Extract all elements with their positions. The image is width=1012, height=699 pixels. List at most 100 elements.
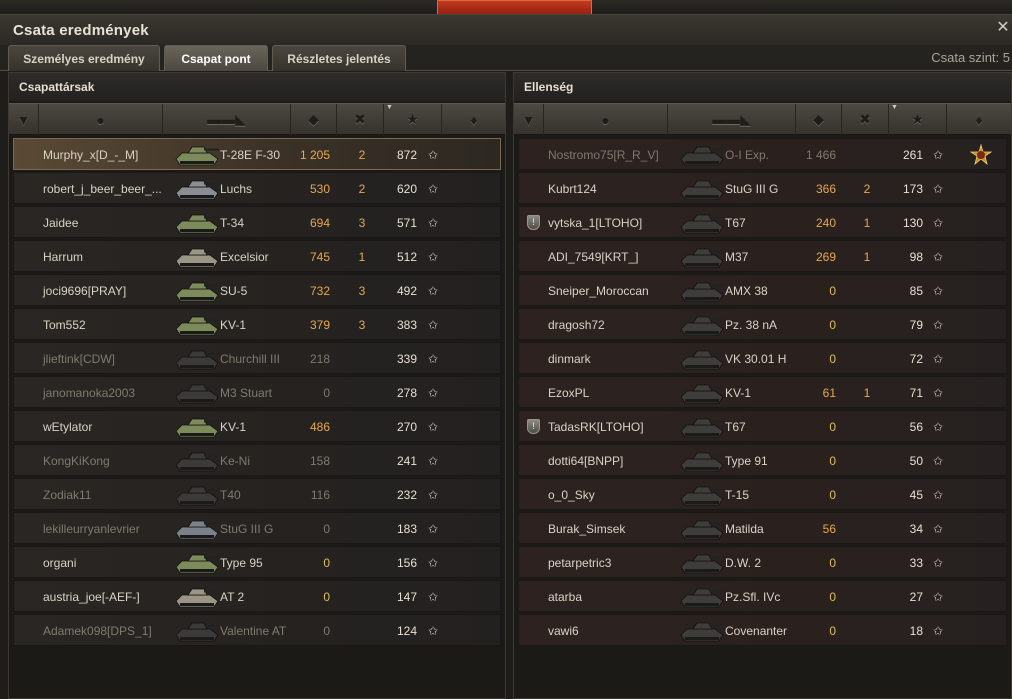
sort-indicator-icon: ▼ [386,104,393,111]
damage-value: 116 [310,488,330,502]
player-name[interactable]: organi [43,556,76,570]
tank-name: T40 [220,488,241,502]
enemy-row[interactable]: dragosh72 Pz. 38 nA 0 79 ✩ [518,308,1007,340]
player-name[interactable]: Sneiper_Moroccan [548,284,649,298]
ally-row[interactable]: wEtylator KV-1 486 270 ✩ [13,410,501,442]
enemy-row[interactable]: ! TadasRK[LTOHO] T67 0 56 ✩ [518,410,1007,442]
tank-icon [172,549,222,576]
ally-row[interactable]: Zodiak11 T40 116 232 ✩ [13,478,501,510]
kills-icon[interactable]: ✖ [842,104,889,135]
squad-icon[interactable]: ▼ [514,104,544,135]
ally-row[interactable]: janomanoka2003 M3 Stuart 0 278 ✩ [13,376,501,408]
player-name[interactable]: janomanoka2003 [43,386,135,400]
enemy-row[interactable]: o_0_Sky T-15 0 45 ✩ [518,478,1007,510]
player-name[interactable]: Adamek098[DPS_1] [43,624,152,638]
player-name[interactable]: vytska_1[LTOHO] [548,216,642,230]
enemy-row[interactable]: ADI_7549[KRT_] M37 269 1 98 ✩ [518,240,1007,272]
ally-row[interactable]: Tom552 KV-1 379 3 383 ✩ [13,308,501,340]
tank-icon [172,447,222,474]
player-name[interactable]: austria_joe[-AEF-] [43,590,140,604]
ally-row[interactable]: KongKiKong Ke-Ni 158 241 ✩ [13,444,501,476]
enemy-row[interactable]: Nostromo75[R_R_V] O-I Exp. 1 466 261 ✩ [518,138,1007,170]
xp-star-icon: ✩ [933,386,944,400]
player-name[interactable]: EzoxPL [548,386,589,400]
enemy-row[interactable]: Burak_Simsek Matilda 56 34 ✩ [518,512,1007,544]
tank-icon[interactable]: ▬▬◣ [163,104,291,135]
tank-icon [172,583,222,610]
tank-icon [172,515,222,542]
player-name[interactable]: jlieftink[CDW] [43,352,115,366]
player-name[interactable]: Harrum [43,250,83,264]
player-name[interactable]: vawi6 [548,624,579,638]
player-name[interactable]: Kubrt124 [548,182,597,196]
tank-icon [172,209,222,236]
xp-star-icon[interactable]: ▼ ★ [384,104,442,135]
damage-value: 56 [822,522,836,536]
kills-icon[interactable]: ✖ [337,104,384,135]
medal-icon[interactable] [969,143,993,166]
player-name[interactable]: Burak_Simsek [548,522,625,536]
tank-name: Covenanter [725,624,788,638]
player-name[interactable]: KongKiKong [43,454,110,468]
player-name[interactable]: petarpetric3 [548,556,611,570]
ally-row[interactable]: robert_j_beer_beer_... Luchs 530 2 620 ✩ [13,172,501,204]
ally-row[interactable]: Murphy_x[D_-_M] T-28E F-30 1 205 2 872 ✩ [13,138,501,170]
player-name[interactable]: o_0_Sky [548,488,595,502]
medal-icon[interactable]: ♦ [442,104,506,135]
medal-icon[interactable]: ♦ [947,104,1011,135]
tank-icon [677,277,727,304]
ally-row[interactable]: organi Type 95 0 156 ✩ [13,546,501,578]
player-name[interactable]: dinmark [548,352,591,366]
tank-icon [677,141,727,168]
player-name[interactable]: dotti64[BNPP] [548,454,623,468]
player-name[interactable]: ADI_7549[KRT_] [548,250,639,264]
tab-personal-result[interactable]: Személyes eredmény [8,45,160,71]
ally-row[interactable]: lekilleurryanlevrier StuG III G 0 183 ✩ [13,512,501,544]
enemy-row[interactable]: dotti64[BNPP] Type 91 0 50 ✩ [518,444,1007,476]
ally-row[interactable]: jlieftink[CDW] Churchill III 218 339 ✩ [13,342,501,374]
squad-icon[interactable]: ▼ [9,104,39,135]
player-name[interactable]: Zodiak11 [43,488,91,502]
player-name[interactable]: wEtylator [43,420,92,434]
player-name[interactable]: Tom552 [43,318,86,332]
enemy-row[interactable]: Sneiper_Moroccan AMX 38 0 85 ✩ [518,274,1007,306]
ally-row[interactable]: joci9696[PRAY] SU-5 732 3 492 ✩ [13,274,501,306]
player-name[interactable]: robert_j_beer_beer_... [43,182,162,196]
player-name[interactable]: Murphy_x[D_-_M] [43,148,138,162]
ally-row[interactable]: Jaidee T-34 694 3 571 ✩ [13,206,501,238]
xp-value: 147 [396,590,417,604]
ally-row[interactable]: Harrum Excelsior 745 1 512 ✩ [13,240,501,272]
player-name[interactable]: Jaidee [43,216,78,230]
enemy-row[interactable]: petarpetric3 D.W. 2 0 33 ✩ [518,546,1007,578]
ally-row[interactable]: Adamek098[DPS_1] Valentine AT 0 124 ✩ [13,614,501,646]
enemy-row[interactable]: dinmark VK 30.01 H 0 72 ✩ [518,342,1007,374]
damage-value: 218 [309,352,330,366]
enemy-row[interactable]: vawi6 Covenanter 0 18 ✩ [518,614,1007,646]
xp-star-icon[interactable]: ▼ ★ [889,104,947,135]
tank-icon [172,379,222,406]
player-name[interactable]: joci9696[PRAY] [43,284,126,298]
tank-icon [172,481,222,508]
tank-icon[interactable]: ▬▬◣ [668,104,796,135]
close-icon[interactable]: ✕ [996,17,1010,37]
enemy-row[interactable]: ! vytska_1[LTOHO] T67 240 1 130 ✩ [518,206,1007,238]
enemy-row[interactable]: EzoxPL KV-1 61 1 71 ✩ [518,376,1007,408]
tab-detailed-report[interactable]: Részletes jelentés [272,45,406,71]
player-name[interactable]: atarba [548,590,582,604]
player-icon[interactable]: ● [39,104,163,135]
tab-team-score[interactable]: Csapat pont [164,45,268,71]
damage-icon[interactable]: ◆ [796,104,842,135]
damage-icon[interactable]: ◆ [291,104,337,135]
player-icon[interactable]: ● [544,104,668,135]
ally-row[interactable]: austria_joe[-AEF-] AT 2 0 147 ✩ [13,580,501,612]
player-name[interactable]: lekilleurryanlevrier [43,522,140,536]
enemy-row[interactable]: atarba Pz.Sfl. IVc 0 27 ✩ [518,580,1007,612]
xp-value: 620 [396,182,417,196]
tank-icon [677,345,727,372]
tank-icon [677,549,727,576]
xp-value: 71 [909,386,923,400]
player-name[interactable]: TadasRK[LTOHO] [548,420,644,434]
player-name[interactable]: Nostromo75[R_R_V] [548,148,659,162]
enemy-row[interactable]: Kubrt124 StuG III G 366 2 173 ✩ [518,172,1007,204]
player-name[interactable]: dragosh72 [548,318,605,332]
